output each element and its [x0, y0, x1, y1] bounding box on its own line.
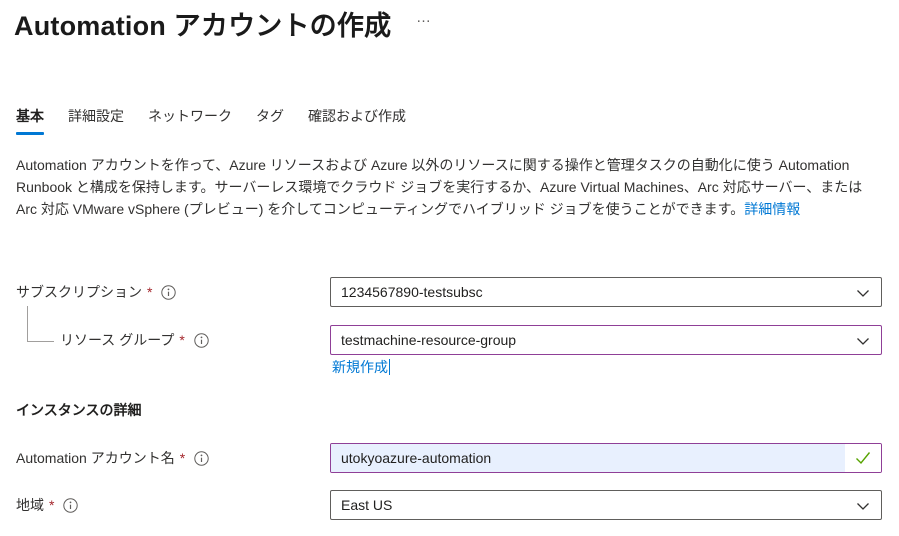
account-name-label-group: Automation アカウント名 * — [16, 443, 209, 473]
required-marker: * — [49, 497, 54, 513]
chevron-down-icon — [856, 286, 870, 303]
tab-advanced[interactable]: 詳細設定 — [68, 106, 124, 135]
resource-group-value: testmachine-resource-group — [341, 332, 516, 348]
create-new-link[interactable]: 新規作成 — [332, 357, 390, 377]
region-row: 地域 * East US — [0, 490, 899, 520]
account-name-label: Automation アカウント名 — [16, 448, 175, 468]
required-marker: * — [147, 284, 152, 300]
region-dropdown[interactable]: East US — [330, 490, 882, 520]
account-name-row: Automation アカウント名 * — [0, 443, 899, 473]
tab-tags[interactable]: タグ — [256, 106, 284, 135]
subscription-label: サブスクリプション — [16, 282, 142, 302]
subscription-dropdown[interactable]: 1234567890-testsubsc — [330, 277, 882, 307]
text-cursor — [389, 359, 390, 375]
tab-review-create[interactable]: 確認および作成 — [308, 106, 406, 135]
create-automation-account-page: Automation アカウントの作成 … 基本 詳細設定 ネットワーク タグ … — [0, 0, 899, 536]
chevron-down-icon — [856, 334, 870, 351]
tab-networking[interactable]: ネットワーク — [148, 106, 232, 135]
validation-success-icon — [845, 444, 881, 472]
resource-group-label: リソース グループ — [60, 330, 174, 350]
chevron-down-icon — [856, 499, 870, 516]
wizard-tabs: 基本 詳細設定 ネットワーク タグ 確認および作成 — [16, 106, 406, 135]
region-value: East US — [341, 497, 392, 513]
info-icon[interactable] — [194, 451, 209, 466]
subscription-value: 1234567890-testsubsc — [341, 284, 483, 300]
info-icon[interactable] — [63, 498, 78, 513]
account-name-field — [330, 443, 882, 473]
subscription-label-group: サブスクリプション * — [16, 277, 176, 307]
account-name-input[interactable] — [331, 444, 845, 472]
required-marker: * — [179, 332, 184, 348]
description-text: Automation アカウントを作って、Azure リソースおよび Azure… — [16, 157, 862, 217]
resource-group-row: リソース グループ * testmachine-resource-group — [0, 325, 899, 355]
page-description: Automation アカウントを作って、Azure リソースおよび Azure… — [16, 154, 882, 220]
subscription-row: サブスクリプション * 1234567890-testsubsc — [0, 277, 899, 307]
region-label: 地域 — [16, 495, 44, 515]
more-options-icon[interactable]: … — [416, 6, 433, 30]
resource-group-control: testmachine-resource-group — [330, 325, 882, 355]
resource-group-label-group: リソース グループ * — [60, 325, 209, 355]
subscription-control: 1234567890-testsubsc — [330, 277, 882, 307]
info-icon[interactable] — [161, 285, 176, 300]
region-control: East US — [330, 490, 882, 520]
required-marker: * — [180, 450, 185, 466]
learn-more-link[interactable]: 詳細情報 — [744, 201, 800, 217]
info-icon[interactable] — [194, 333, 209, 348]
region-label-group: 地域 * — [16, 490, 78, 520]
instance-details-section-title: インスタンスの詳細 — [16, 400, 141, 420]
resource-group-dropdown[interactable]: testmachine-resource-group — [330, 325, 882, 355]
page-title: Automation アカウントの作成 — [14, 4, 391, 43]
account-name-control — [330, 443, 882, 473]
create-new-label: 新規作成 — [332, 359, 388, 375]
tab-basics[interactable]: 基本 — [16, 106, 44, 135]
